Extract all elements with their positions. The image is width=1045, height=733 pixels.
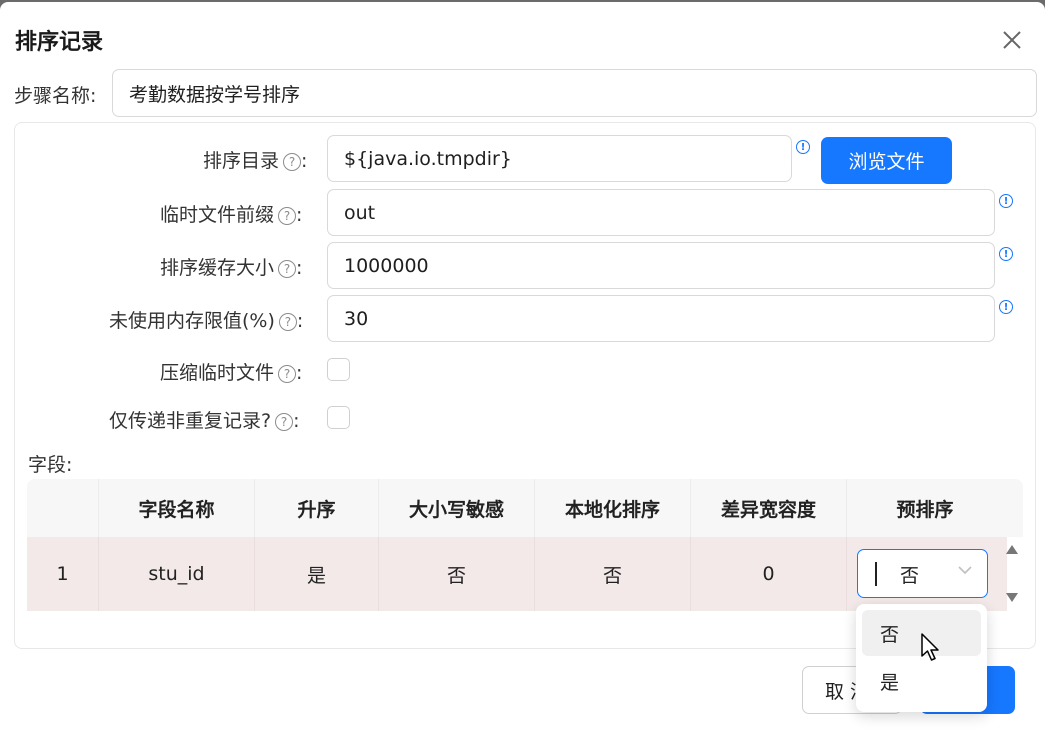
column-header-locale: 本地化排序 [535, 479, 691, 537]
cell-tolerance[interactable]: 0 [691, 537, 847, 611]
sort-records-dialog: 排序记录 步骤名称: 考勤数据按学号排序 排序目录?: ${java.io.tm… [0, 2, 1045, 733]
compress-label: 压缩临时文件?: [160, 362, 303, 384]
info-icon: ! [999, 247, 1013, 261]
text-cursor [875, 562, 877, 586]
step-name-input[interactable]: 考勤数据按学号排序 [112, 69, 1037, 117]
fields-label: 字段: [28, 454, 73, 476]
help-icon: ? [283, 152, 302, 171]
close-icon[interactable] [998, 26, 1026, 54]
sort-dir-label: 排序目录?: [203, 150, 308, 172]
mouse-cursor-icon [920, 632, 942, 664]
info-icon: ! [796, 140, 810, 154]
unique-label: 仅传递非重复记录??: [109, 410, 300, 432]
column-header-tolerance: 差异宽容度 [691, 479, 847, 537]
info-icon: ! [999, 194, 1013, 208]
cell-index: 1 [27, 537, 99, 611]
table-header: 字段名称 升序 大小写敏感 本地化排序 差异宽容度 预排序 [27, 479, 1023, 537]
temp-prefix-input[interactable]: out [327, 189, 995, 236]
dialog-title: 排序记录 [15, 30, 104, 55]
mem-limit-label: 未使用内存限值(%)?: [109, 310, 304, 332]
scroll-down-icon[interactable] [1006, 593, 1018, 602]
unique-checkbox[interactable] [327, 406, 350, 429]
cell-case[interactable]: 否 [379, 537, 535, 611]
dropdown-option-yes[interactable]: 是 [862, 658, 981, 704]
column-header-case: 大小写敏感 [379, 479, 535, 537]
cell-asc[interactable]: 是 [255, 537, 379, 611]
info-icon: ! [999, 300, 1013, 314]
cell-locale[interactable]: 否 [535, 537, 691, 611]
column-header-asc: 升序 [255, 479, 379, 537]
column-header-index [27, 479, 99, 537]
column-header-name: 字段名称 [99, 479, 255, 537]
column-header-presort: 预排序 [896, 498, 954, 521]
chevron-down-icon [956, 561, 974, 579]
mem-limit-input[interactable]: 30 [327, 295, 995, 342]
help-icon: ? [275, 412, 294, 431]
sort-dir-input[interactable]: ${java.io.tmpdir} [327, 135, 792, 182]
cache-size-input[interactable]: 1000000 [327, 242, 995, 289]
browse-files-button[interactable]: 浏览文件 [821, 137, 952, 184]
help-icon: ? [278, 259, 297, 278]
help-icon: ? [278, 364, 297, 383]
cache-size-label: 排序缓存大小?: [160, 257, 303, 279]
temp-prefix-label: 临时文件前缀?: [160, 204, 303, 226]
presort-select-value: 否 [900, 565, 920, 587]
help-icon: ? [278, 206, 297, 225]
help-icon: ? [278, 312, 297, 331]
scroll-up-icon[interactable] [1006, 545, 1018, 554]
step-name-label: 步骤名称: [14, 85, 97, 107]
cell-name[interactable]: stu_id [99, 537, 255, 611]
presort-select[interactable]: 否 [857, 549, 988, 598]
compress-checkbox[interactable] [327, 358, 350, 381]
